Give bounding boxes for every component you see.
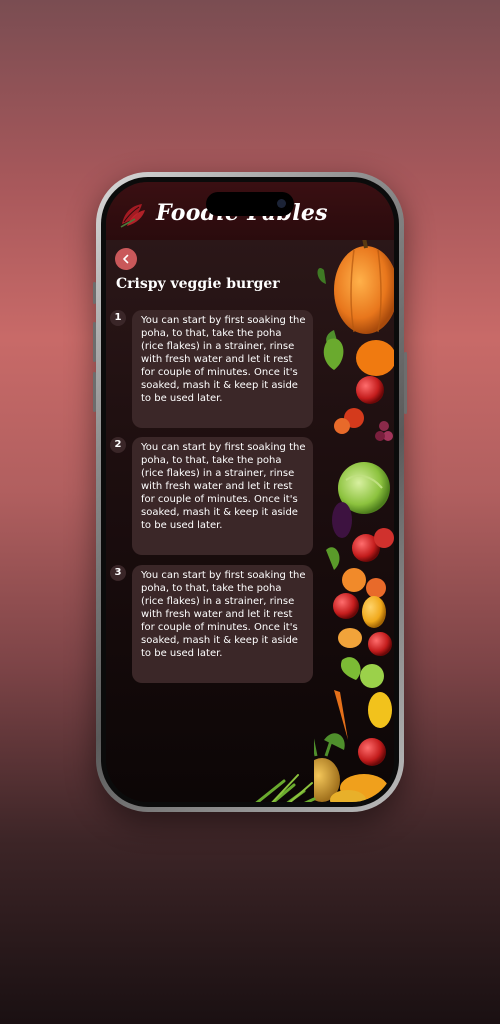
chevron-left-icon <box>123 254 129 264</box>
pineapple-leaves-illustration <box>255 774 316 802</box>
recipe-detail: Crispy veggie burger 1 You can start by … <box>106 240 394 802</box>
recipe-title: Crispy veggie burger <box>116 276 280 292</box>
step-number: 3 <box>110 565 126 581</box>
leaf-logo-icon <box>118 200 148 230</box>
phone-frame: Foodie Fables Crispy veggie burger 1 You… <box>93 172 407 812</box>
step-card: You can start by first soaking the poha,… <box>132 310 313 428</box>
step-card: You can start by first soaking the poha,… <box>132 437 313 555</box>
app-screen: Foodie Fables Crispy veggie burger 1 You… <box>106 182 394 802</box>
step-number: 1 <box>110 310 126 326</box>
vegetables-illustration <box>314 240 394 802</box>
step-number: 2 <box>110 437 126 453</box>
volume-down-button <box>93 372 96 412</box>
step-card: You can start by first soaking the poha,… <box>132 565 313 683</box>
power-button <box>404 352 407 414</box>
action-button <box>93 282 96 304</box>
app-header: Foodie Fables <box>106 182 394 240</box>
camera-icon <box>277 199 286 208</box>
dynamic-island <box>206 192 294 216</box>
volume-up-button <box>93 322 96 362</box>
back-button[interactable] <box>115 248 137 270</box>
